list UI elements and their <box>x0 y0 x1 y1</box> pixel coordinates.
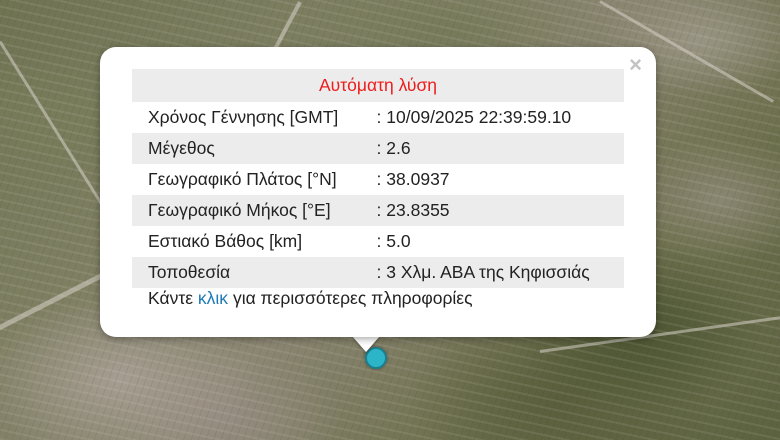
info-row-depth: Εστιακό Βάθος [km] : 5.0 <box>132 226 624 257</box>
row-label: Τοποθεσία <box>132 257 371 288</box>
popup-tip <box>352 336 380 352</box>
info-row-longitude: Γεωγραφικό Μήκος [°E] : 23.8355 <box>132 195 624 226</box>
more-info-suffix: για περισσότερες πληροφορίες <box>232 288 473 308</box>
row-label: Χρόνος Γέννησης [GMT] <box>148 107 339 127</box>
row-label: Εστιακό Βάθος [km] <box>148 231 303 251</box>
close-icon[interactable]: × <box>629 53 642 77</box>
earthquake-info-popup: × Αυτόματη λύση Χρόνος Γέννησης [GMT] : … <box>100 47 656 337</box>
more-info-line: Κάντε κλικ για περισσότερες πληροφορίες <box>148 288 473 309</box>
info-row-magnitude: Μέγεθος : 2.6 <box>132 133 624 164</box>
more-info-prefix: Κάντε <box>148 288 194 308</box>
row-value: : 38.0937 <box>376 169 450 189</box>
info-row-location: Τοποθεσία : 3 Χλμ. ΑΒΑ της Κηφισσιάς <box>132 257 624 288</box>
row-value: : 3 Χλμ. ΑΒΑ της Κηφισσιάς <box>370 257 624 288</box>
row-label: Μέγεθος <box>132 133 371 164</box>
popup-header: Αυτόματη λύση <box>132 69 624 102</box>
earthquake-info-table: Αυτόματη λύση Χρόνος Γέννησης [GMT] : 10… <box>132 69 624 288</box>
more-info-link[interactable]: κλικ <box>198 288 228 308</box>
row-value: : 5.0 <box>376 231 411 251</box>
info-row-origin-time: Χρόνος Γέννησης [GMT] : 10/09/2025 22:39… <box>132 102 624 133</box>
row-value: : 23.8355 <box>370 195 624 226</box>
info-row-latitude: Γεωγραφικό Πλάτος [°N] : 38.0937 <box>132 164 624 195</box>
row-value: : 10/09/2025 22:39:59.10 <box>376 107 572 127</box>
row-label: Γεωγραφικό Πλάτος [°N] <box>148 169 337 189</box>
row-label: Γεωγραφικό Μήκος [°E] <box>132 195 371 226</box>
row-value: : 2.6 <box>370 133 624 164</box>
